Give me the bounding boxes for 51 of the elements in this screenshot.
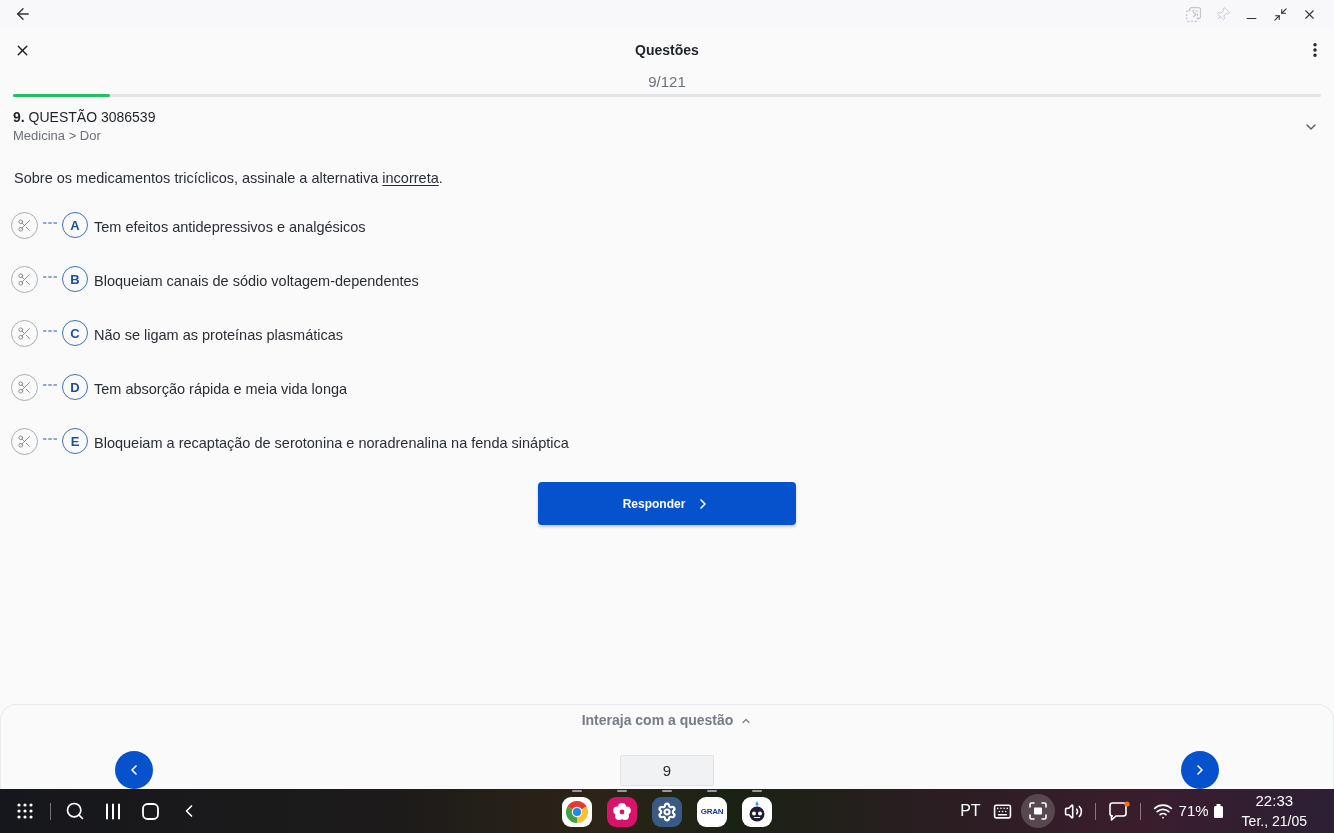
battery-icon [1213,804,1223,818]
search-icon[interactable] [65,801,85,821]
submit-button[interactable]: Responder [538,482,796,525]
gear-app-icon[interactable] [652,797,682,827]
home-icon[interactable] [142,802,159,820]
question-breadcrumb: Medicina > Dor [13,127,102,145]
dashed-line-icon [43,383,57,386]
option-text[interactable]: Bloqueiam canais de sódio voltagem-dependentes [94,270,419,291]
next-button[interactable] [1181,751,1219,789]
chat-notification-icon[interactable] [1107,800,1130,822]
dashed-line-icon [43,275,57,278]
running-indicator [572,790,582,792]
robot-app-icon[interactable] [742,797,772,827]
running-indicator [707,790,717,792]
collapse-arrows-icon[interactable] [1273,6,1288,22]
recent-apps-icon[interactable] [105,802,121,820]
language-indicator[interactable]: PT [960,801,981,821]
app-logo-tile[interactable]: GRAN [697,797,727,827]
page-title: Questões [635,41,699,59]
scissors-icon [17,325,32,341]
scissors-icon [17,217,32,233]
capture-button[interactable] [1020,794,1055,828]
dashed-line-icon [43,329,57,332]
browser-app-icon[interactable] [562,797,592,827]
running-indicator [752,790,762,792]
frame-picture-icon [1028,802,1047,820]
option-text[interactable]: Não se ligam as proteínas plasmáticas [94,324,344,345]
interact-toggle[interactable]: Interaja com a questão [581,710,753,731]
question-counter: 9/121 [648,72,686,92]
option-text[interactable]: Bloqueiam a recaptação de serotonina e noradrenalina na fenda sináptica [94,432,569,453]
keyboard-icon[interactable] [992,801,1012,821]
scissors-icon [17,271,32,287]
option-text[interactable]: Tem efeitos antidepressivos e analgésicos [94,216,366,237]
previous-button[interactable] [115,751,153,789]
wifi-icon[interactable] [1152,801,1173,821]
flower-app-icon[interactable] [607,797,637,827]
battery-percentage: 71% [1178,801,1209,821]
question-heading: 9. QUESTÃO 3086539 [13,108,156,126]
page-number-field[interactable]: 9 [620,754,714,786]
app-grid-icon[interactable] [17,803,33,819]
dashed-line-icon [43,437,57,440]
running-indicator [617,790,627,792]
dashed-line-icon [43,221,57,224]
scissors-icon [17,379,32,395]
volume-icon[interactable] [1063,801,1083,821]
option-text[interactable]: Tem absorção rápida e meia vida longa [94,378,348,399]
scissors-icon [17,433,32,449]
question-statement: Sobre os medicamentos tricíclicos, assinale a alternativa incorreta. [14,169,443,188]
clock-date[interactable]: Ter., 21/05 [1241,811,1307,831]
running-indicator [662,790,672,792]
clock-time[interactable]: 22:33 [1255,791,1294,811]
